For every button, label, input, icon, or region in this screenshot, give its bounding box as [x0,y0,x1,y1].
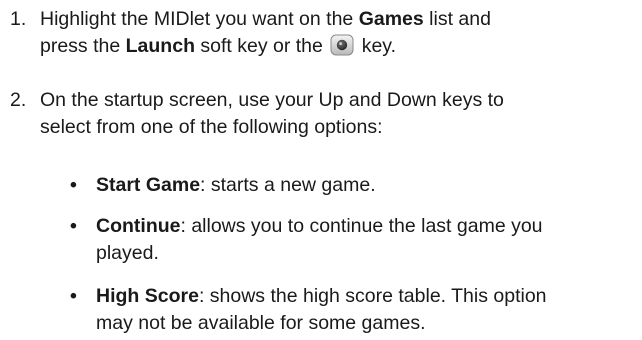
step-number: 1. [10,8,27,30]
center-select-key-icon [330,34,354,56]
option-term: Continue [96,215,181,237]
option-text: Continue: allows you to continue the las… [96,213,636,267]
step-line: press the Launch soft key or the key. [40,33,636,60]
step-text: On the startup screen, use your Up and D… [40,87,636,141]
step-text-segment: Highlight the MIDlet you want on the [40,8,359,30]
option-line: Start Game: starts a new game. [96,172,636,199]
option-line: may not be available for some games. [96,312,426,334]
bullet-icon: • [70,215,77,237]
option-term: High Score [96,285,199,307]
step-line: On the startup screen, use your Up and D… [40,89,504,111]
option-text: High Score: shows the high score table. … [96,283,636,337]
step-text-segment: key. [356,35,397,57]
option-term: Start Game [96,174,201,196]
instructions-page: 1. Highlight the MIDlet you want on the … [0,0,642,340]
option-description: : shows the high score table. This optio… [198,285,547,307]
option-line: Continue: allows you to continue the las… [96,213,636,240]
bullet-icon: • [70,174,77,196]
step-number: 2. [10,89,27,111]
step-text-segment: soft key or the [194,35,329,57]
option-text: Start Game: starts a new game. [96,172,636,199]
launch-term: Launch [125,35,195,57]
step-text-segment: press the [40,35,126,57]
option-line: High Score: shows the high score table. … [96,283,636,310]
step-text-segment: list and [423,8,491,30]
option-description: : allows you to continue the last game y… [180,215,543,237]
bullet-icon: • [70,285,77,307]
step-line: select from one of the following options… [40,116,383,138]
games-term: Games [358,8,424,30]
option-line: played. [96,242,159,264]
step-line: Highlight the MIDlet you want on the Gam… [40,6,636,33]
step-text: Highlight the MIDlet you want on the Gam… [40,6,636,60]
option-description: : starts a new game. [200,174,376,196]
